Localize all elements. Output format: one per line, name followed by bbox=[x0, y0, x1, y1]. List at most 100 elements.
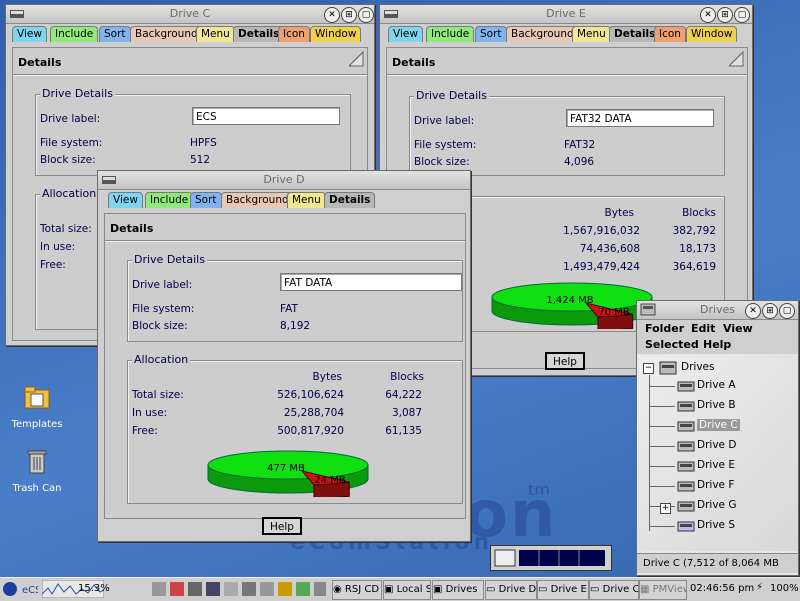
drive-e-tab-view[interactable]: View bbox=[388, 26, 423, 42]
rsj-cd-icon: ◉ bbox=[333, 584, 345, 595]
drives-menu-edit[interactable]: Edit bbox=[691, 322, 715, 335]
drives-menu-folder[interactable]: Folder bbox=[645, 322, 684, 335]
drive-e-title: Drive E bbox=[546, 7, 586, 20]
quick-launch-icons[interactable] bbox=[150, 580, 328, 598]
tree-item-drive-e[interactable]: Drive E bbox=[637, 457, 797, 475]
drive-c-fs-value: HPFS bbox=[190, 137, 217, 149]
drive-icon bbox=[677, 381, 695, 392]
drives-close-button[interactable]: ✕ bbox=[745, 303, 761, 319]
drive-d-titlebar[interactable]: Drive D bbox=[98, 171, 470, 190]
taskbar-item-rsj-cd[interactable]: ◉ RSJ CD bbox=[332, 580, 382, 600]
ecs-start-icon[interactable]: eCS bbox=[2, 580, 38, 598]
drives-window: Drives ✕ ⊞ ▢ Folder Edit View Selected H… bbox=[636, 300, 799, 589]
page-corner-icon[interactable] bbox=[727, 50, 745, 68]
tree-item-drive-f[interactable]: Drive F bbox=[637, 477, 797, 495]
drive-d-tab-background[interactable]: Background bbox=[221, 192, 294, 208]
drive-e-group-drive-details: Drive Details Drive label: FAT32 DATA Fi… bbox=[409, 89, 725, 176]
drive-d-label-input[interactable]: FAT DATA bbox=[280, 273, 462, 291]
drive-d-tab-view[interactable]: View bbox=[108, 192, 143, 208]
drive-c-titlebar[interactable]: Drive C ✕ ⊞ ▢ bbox=[6, 5, 374, 24]
tree-connector bbox=[649, 486, 675, 487]
drive-e-tab-background[interactable]: Background bbox=[506, 26, 579, 42]
drive-d-tab-details[interactable]: Details bbox=[324, 192, 376, 208]
tree-connector bbox=[649, 406, 675, 407]
drive-e-tab-details[interactable]: Details bbox=[609, 26, 661, 42]
drives-root-label[interactable]: Drives bbox=[681, 361, 714, 373]
minimized-window-widget[interactable] bbox=[490, 545, 612, 571]
drive-e-tab-icon[interactable]: Icon bbox=[654, 26, 686, 42]
drives-hide-button[interactable]: ⊞ bbox=[762, 303, 778, 319]
drive-e-tab-include[interactable]: Include bbox=[426, 26, 475, 42]
taskbar-item-drives[interactable]: ▣ Drives bbox=[432, 580, 484, 600]
drive-e-tab-sort[interactable]: Sort bbox=[475, 26, 507, 42]
desktop-icon-trash[interactable]: Trash Can bbox=[2, 446, 72, 494]
drive-c-hide-button[interactable]: ⊞ bbox=[341, 7, 357, 23]
drive-d-tab-include[interactable]: Include bbox=[145, 192, 194, 208]
drive-e-titlebar[interactable]: Drive E ✕ ⊞ ▢ bbox=[380, 5, 752, 24]
tree-item-drive-b[interactable]: Drive B bbox=[637, 397, 797, 415]
taskbar-item-local[interactable]: ▣ Local S bbox=[383, 580, 431, 600]
tree-item-drive-d[interactable]: Drive D bbox=[637, 437, 797, 455]
drives-menu-view[interactable]: View bbox=[723, 322, 753, 335]
tree-item-label: Drive A bbox=[697, 379, 736, 391]
drive-d-total-blocks: 64,222 bbox=[385, 389, 422, 401]
taskbar-item-drive-d[interactable]: ▭ Drive D bbox=[485, 580, 537, 600]
desktop-icon-templates[interactable]: Templates bbox=[2, 382, 72, 430]
drive-c-label-caption: Drive label: bbox=[40, 113, 101, 125]
drives-task-icon: ▣ bbox=[433, 584, 446, 595]
taskbar-item-pmview[interactable]: ▦ PMView bbox=[639, 580, 687, 600]
tree-item-drive-s[interactable]: Drive S bbox=[637, 517, 797, 535]
drive-c-tab-window[interactable]: Window bbox=[310, 26, 362, 42]
trash-can-icon bbox=[27, 450, 47, 474]
drive-c-tab-view[interactable]: View bbox=[12, 26, 47, 42]
drives-tree: − Drives Drive A Drive B Drive C Drive D Dri… bbox=[637, 355, 798, 551]
drive-e-maximize-button[interactable]: ▢ bbox=[734, 7, 750, 23]
drive-e-pie-used-label: 70 MB bbox=[598, 307, 630, 318]
drive-d-help-button[interactable]: Help bbox=[262, 517, 302, 535]
drive-e-close-button[interactable]: ✕ bbox=[700, 7, 716, 23]
tree-connector bbox=[649, 526, 675, 527]
drive-c-panel-divider bbox=[13, 74, 367, 76]
drive-d-group-drive-title: Drive Details bbox=[132, 253, 207, 266]
drive-e-task-icon: ▭ bbox=[538, 584, 551, 595]
drive-c-maximize-button[interactable]: ▢ bbox=[358, 7, 374, 23]
taskbar-item-drive-e[interactable]: ▭ Drive E bbox=[537, 580, 589, 600]
tree-item-drive-a[interactable]: Drive A bbox=[637, 377, 797, 395]
drives-menu-selected[interactable]: Selected bbox=[645, 338, 699, 351]
drive-c-tab-sort[interactable]: Sort bbox=[99, 26, 131, 42]
drive-d-task-icon: ▭ bbox=[486, 584, 499, 595]
drives-menu-help[interactable]: Help bbox=[703, 338, 731, 351]
drive-c-tab-menu[interactable]: Menu bbox=[196, 26, 235, 42]
drive-icon bbox=[677, 401, 695, 412]
drive-e-hide-button[interactable]: ⊞ bbox=[717, 7, 733, 23]
tree-item-drive-c[interactable]: Drive C bbox=[637, 417, 797, 435]
drive-d-tabs: View Include Sort Background Menu Detail… bbox=[98, 190, 470, 208]
drive-c-tab-include[interactable]: Include bbox=[50, 26, 99, 42]
network-monitor-icon bbox=[494, 549, 605, 567]
drive-e-help-button[interactable]: Help bbox=[545, 352, 585, 370]
drive-e-tabs: View Include Sort Background Menu Detail… bbox=[380, 24, 752, 42]
drive-c-tab-details[interactable]: Details bbox=[233, 26, 285, 42]
drive-c-close-button[interactable]: ✕ bbox=[324, 7, 340, 23]
drive-e-inuse-bytes: 74,436,608 bbox=[579, 243, 640, 255]
desktop-brand-tm: tm bbox=[528, 480, 550, 499]
drives-menubar: Folder Edit View Selected Help bbox=[637, 320, 798, 354]
drive-d-tab-sort[interactable]: Sort bbox=[190, 192, 222, 208]
drives-maximize-button[interactable]: ▢ bbox=[779, 303, 795, 319]
drive-c-tab-icon[interactable]: Icon bbox=[278, 26, 310, 42]
drives-titlebar[interactable]: Drives ✕ ⊞ ▢ bbox=[637, 301, 798, 320]
drives-root-collapse-toggle[interactable]: − bbox=[643, 363, 654, 374]
page-corner-icon[interactable] bbox=[347, 50, 365, 68]
drive-g-expand-toggle[interactable]: + bbox=[660, 503, 671, 514]
drive-e-label-input[interactable]: FAT32 DATA bbox=[566, 109, 714, 127]
drive-e-tab-window[interactable]: Window bbox=[686, 26, 738, 42]
local-icon: ▣ bbox=[384, 584, 397, 595]
drive-d-pie-used-label: 24 MB bbox=[314, 475, 346, 486]
drive-c-group-alloc-title: Allocation bbox=[40, 187, 99, 200]
drive-d-inuse-bytes: 25,288,704 bbox=[283, 407, 344, 419]
taskbar-item-drive-c[interactable]: ▭ Drive C bbox=[589, 580, 639, 600]
drive-d-tab-menu[interactable]: Menu bbox=[287, 192, 326, 208]
drive-c-tab-background[interactable]: Background bbox=[130, 26, 203, 42]
drive-c-label-input[interactable]: ECS bbox=[192, 107, 340, 125]
drive-e-tab-menu[interactable]: Menu bbox=[572, 26, 611, 42]
